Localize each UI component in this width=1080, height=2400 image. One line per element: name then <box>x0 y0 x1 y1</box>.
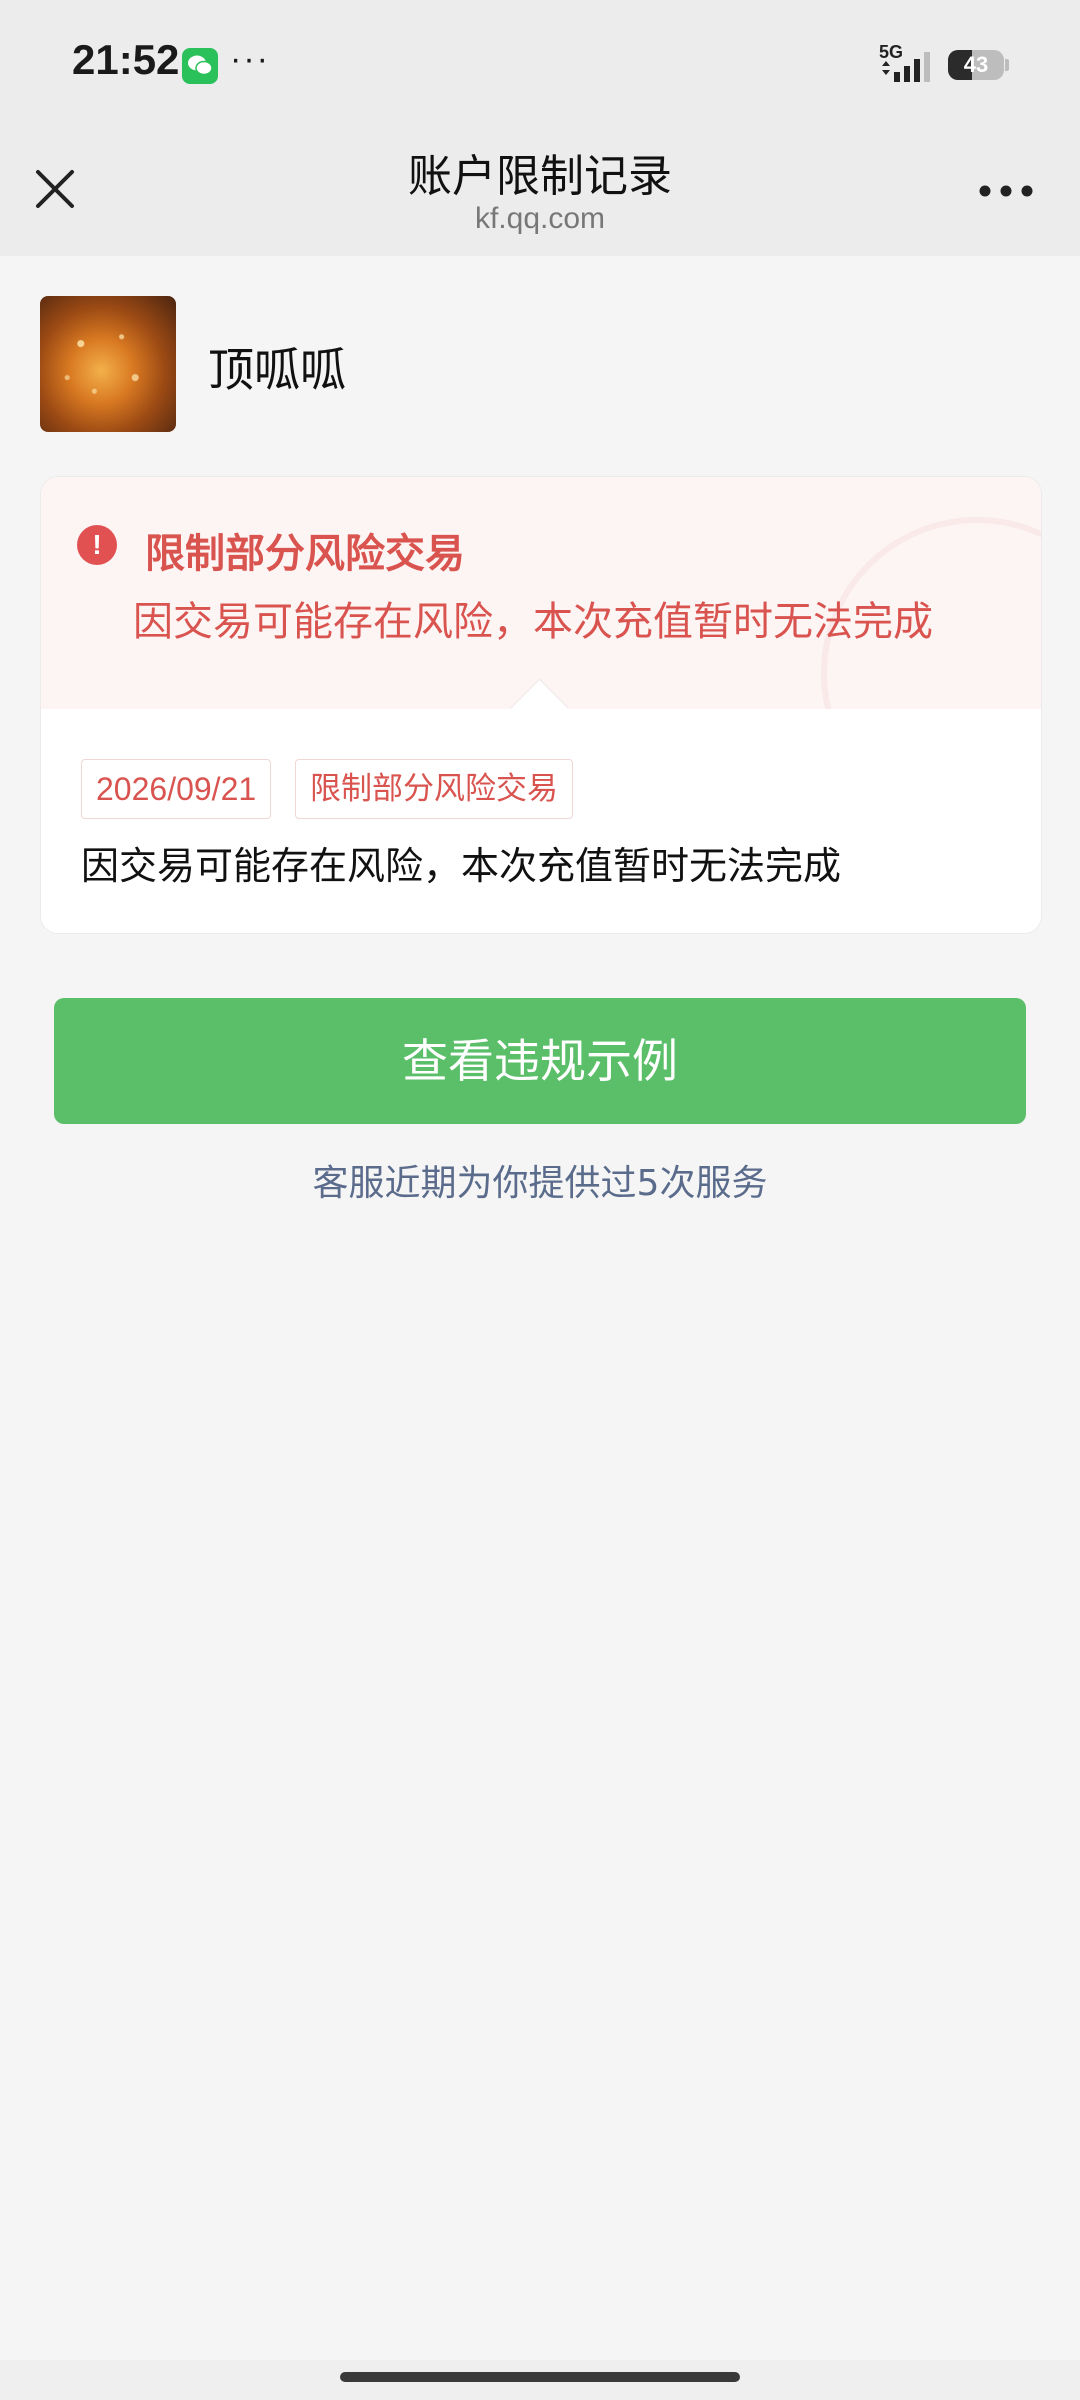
avatar <box>40 296 176 432</box>
restriction-title: 限制部分风险交易 <box>145 531 465 577</box>
wechat-icon <box>182 48 218 84</box>
date-tag: 2026/09/21 <box>81 759 272 819</box>
home-indicator-area <box>0 2360 1080 2400</box>
battery-percent: 43 <box>963 52 989 77</box>
status-time: 21:52 <box>72 36 180 83</box>
signal-icon <box>882 52 930 82</box>
battery-icon: 43 <box>948 50 1004 80</box>
service-history-link[interactable]: 客服近期为你提供过5次服务 <box>0 1154 1080 1206</box>
status-more-icon: ··· <box>230 40 270 78</box>
status-bar: 21:52 ··· 5G 43 <box>0 0 1080 130</box>
page-title: 账户限制记录 <box>408 151 672 202</box>
nav-bar: 账户限制记录 kf.qq.com <box>0 130 1080 256</box>
restriction-description: 因交易可能存在风险，本次充值暂时无法完成 <box>133 599 933 645</box>
restriction-card: ! 限制部分风险交易 因交易可能存在风险，本次充值暂时无法完成 2026/09/… <box>40 476 1042 934</box>
restriction-detail: 2026/09/21 限制部分风险交易 因交易可能存在风险，本次充值暂时无法完成 <box>41 709 1041 933</box>
restriction-detail-text: 因交易可能存在风险，本次充值暂时无法完成 <box>81 844 842 888</box>
home-indicator[interactable] <box>340 2372 740 2382</box>
avatar-image <box>40 296 176 432</box>
restriction-type-tag: 限制部分风险交易 <box>295 759 573 819</box>
more-options-icon[interactable] <box>978 184 1034 198</box>
page-domain: kf.qq.com <box>474 202 606 235</box>
restriction-header: ! 限制部分风险交易 因交易可能存在风险，本次充值暂时无法完成 <box>41 477 1041 829</box>
view-violation-example-button[interactable]: 查看违规示例 <box>54 998 1026 1124</box>
profile-name: 顶呱呱 <box>208 343 346 397</box>
battery-tip <box>1005 59 1009 71</box>
alert-icon: ! <box>77 525 117 565</box>
